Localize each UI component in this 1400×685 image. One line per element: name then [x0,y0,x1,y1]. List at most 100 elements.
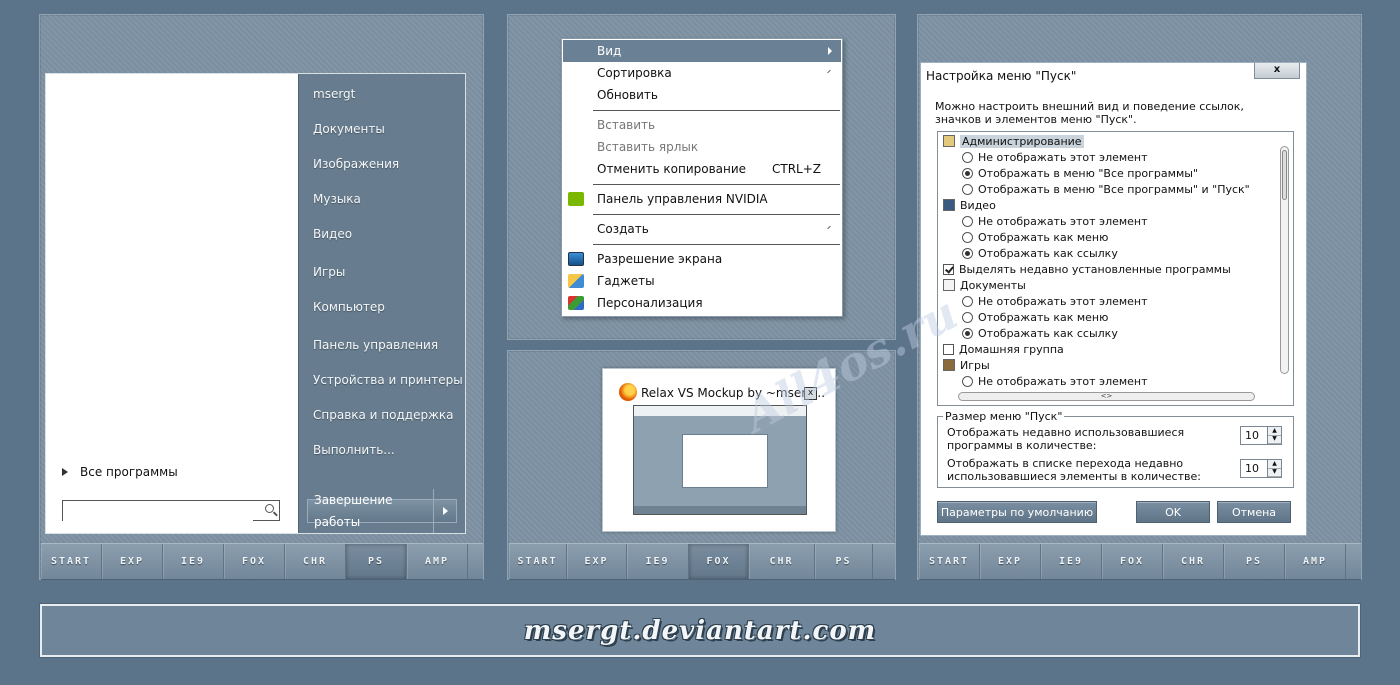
taskbar-button-chr[interactable]: CHR [1163,544,1224,579]
radio-button[interactable] [962,183,973,195]
shutdown-button[interactable]: Завершение работы [307,489,457,533]
spin-down-icon[interactable]: ▼ [1268,435,1281,444]
radio-button[interactable] [962,311,973,323]
taskbar-button-start[interactable]: START [41,544,102,579]
start-item-documents[interactable]: Документы [313,122,385,136]
menu-item-personalize-label: Персонализация [597,296,703,310]
search-input[interactable] [63,503,253,522]
radio-docs-link[interactable]: Отображать как ссылку [962,325,1118,341]
jumplist-spinner[interactable]: 10 ▲ ▼ [1240,459,1282,478]
search-icon[interactable] [265,504,274,513]
spin-up-icon[interactable]: ▲ [1268,427,1281,436]
menu-item-undo-copy[interactable]: Отменить копирование CTRL+Z [563,158,841,180]
tree-item-video[interactable]: Видео [943,197,996,213]
start-item-music[interactable]: Музыка [313,192,361,206]
radio-label: Отображать как ссылку [978,246,1118,260]
taskbar-button-exp[interactable]: EXP [567,544,627,579]
radio-video-menu[interactable]: Отображать как меню [962,229,1108,245]
taskbar-button-chr[interactable]: CHR [285,544,346,579]
radio-button[interactable] [962,231,973,243]
defaults-button[interactable]: Параметры по умолчанию [937,501,1097,523]
all-programs-item[interactable]: Все программы [62,465,178,479]
taskbar-button-start[interactable]: START [509,544,567,579]
taskbar-button-amp[interactable]: AMP [407,544,468,579]
taskbar-button-fox[interactable]: FOX [689,544,749,579]
menu-item-resolution-label: Разрешение экрана [597,252,723,266]
radio-games-hide[interactable]: Не отображать этот элемент [962,373,1148,389]
taskbar-button-ps[interactable]: PS [815,544,873,579]
menu-item-personalize[interactable]: Персонализация [563,292,841,314]
cancel-button[interactable]: Отмена [1217,501,1291,523]
checkbox-label: Выделять недавно установленные программы [959,262,1231,276]
radio-admin-all-and-start[interactable]: Отображать в меню "Все программы" и "Пус… [962,181,1250,197]
radio-admin-hide[interactable]: Не отображать этот элемент [962,149,1148,165]
radio-docs-hide[interactable]: Не отображать этот элемент [962,293,1148,309]
ok-button[interactable]: OK [1136,501,1210,523]
start-item-pictures[interactable]: Изображения [313,157,399,171]
taskbar-button-exp[interactable]: EXP [102,544,163,579]
taskbar-button-ps[interactable]: PS [346,544,407,579]
radio-button[interactable] [962,375,973,387]
tree-horizontal-scrollbar[interactable]: <> [958,392,1255,401]
dialog-close-button[interactable]: x [1254,63,1300,79]
recent-programs-label: Отображать недавно использовавшиеся прог… [947,426,1185,452]
recent-programs-value[interactable]: 10 [1241,427,1267,444]
menu-item-create[interactable]: Создать [563,218,841,240]
tree-item-games[interactable]: Игры [943,357,990,373]
radio-video-hide[interactable]: Не отображать этот элемент [962,213,1148,229]
tree-item-docs[interactable]: Документы [943,277,1026,293]
menu-item-paste[interactable]: Вставить [563,114,841,136]
taskbar-button-chr[interactable]: CHR [749,544,815,579]
radio-button[interactable] [962,295,973,307]
radio-video-link[interactable]: Отображать как ссылку [962,245,1118,261]
menu-item-sort[interactable]: Сортировка [563,62,841,84]
shutdown-options-arrow[interactable] [434,507,456,515]
taskbar-button-ps[interactable]: PS [1224,544,1285,579]
jumplist-value[interactable]: 10 [1241,460,1267,477]
tree-vertical-scrollbar[interactable] [1280,146,1289,374]
scrollbar-thumb[interactable] [1282,150,1287,200]
taskbar-button-exp[interactable]: EXP [980,544,1041,579]
radio-button[interactable] [962,167,973,179]
radio-admin-all-programs[interactable]: Отображать в меню "Все программы" [962,165,1198,181]
checkbox-highlight-new[interactable]: Выделять недавно установленные программы [943,261,1231,277]
start-item-run[interactable]: Выполнить... [313,443,395,457]
radio-docs-menu[interactable]: Отображать как меню [962,309,1108,325]
menu-item-nvidia[interactable]: Панель управления NVIDIA [563,188,841,210]
start-item-devices[interactable]: Устройства и принтеры [313,373,463,387]
taskbar-button-fox[interactable]: FOX [224,544,285,579]
radio-button[interactable] [962,151,973,163]
menu-item-paste-shortcut[interactable]: Вставить ярлык [563,136,841,158]
checkbox[interactable] [943,263,954,275]
radio-button[interactable] [962,327,973,339]
radio-button[interactable] [962,215,973,227]
menu-item-gadgets[interactable]: Гаджеты [563,270,841,292]
start-item-help[interactable]: Справка и поддержка [313,408,454,422]
start-item-user[interactable]: msergt [313,87,355,101]
menu-item-resolution[interactable]: Разрешение экрана [563,248,841,270]
radio-label: Отображать в меню "Все программы" и "Пус… [978,182,1250,196]
thumbnail-close-button[interactable]: x [804,387,817,400]
taskbar-button-ie9[interactable]: IE9 [1041,544,1102,579]
checkbox[interactable] [943,343,954,355]
start-search-box[interactable] [62,500,280,522]
checkbox-homegroup[interactable]: Домашняя группа [943,341,1064,357]
taskbar-button-start[interactable]: START [919,544,980,579]
start-item-computer[interactable]: Компьютер [313,300,385,314]
recent-programs-spinner[interactable]: 10 ▲ ▼ [1240,426,1282,445]
taskbar-button-ie9[interactable]: IE9 [163,544,224,579]
radio-button[interactable] [962,247,973,259]
spin-up-icon[interactable]: ▲ [1268,460,1281,469]
start-item-video[interactable]: Видео [313,227,352,241]
taskbar-button-amp[interactable]: AMP [1285,544,1346,579]
taskbar-button-fox[interactable]: FOX [1102,544,1163,579]
menu-item-refresh[interactable]: Обновить [563,84,841,106]
radio-label: Отображать в меню "Все программы" [978,166,1198,180]
spin-down-icon[interactable]: ▼ [1268,468,1281,477]
start-item-games[interactable]: Игры [313,265,345,279]
taskbar-button-ie9[interactable]: IE9 [627,544,689,579]
taskbar-thumbnail-preview[interactable]: Relax VS Mockup by ~mserg... x [602,368,836,532]
tree-item-admin[interactable]: Администрирование [943,133,1084,149]
start-item-control-panel[interactable]: Панель управления [313,338,438,352]
menu-item-view[interactable]: Вид [563,40,841,62]
